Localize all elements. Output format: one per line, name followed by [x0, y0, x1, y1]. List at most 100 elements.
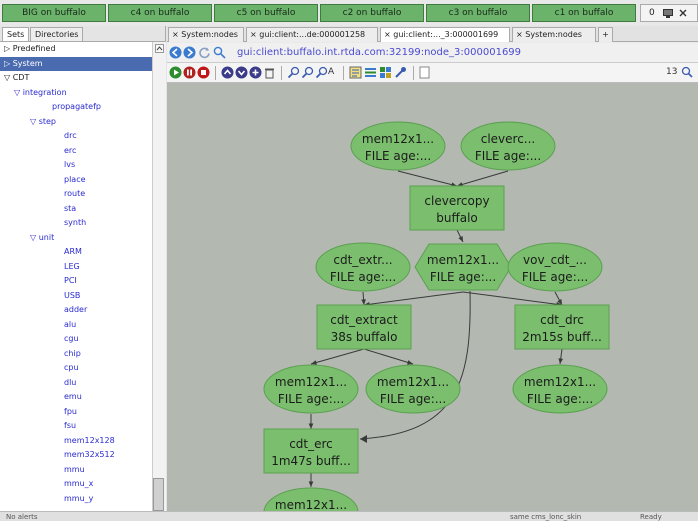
- zoom-out-icon[interactable]: [301, 66, 314, 79]
- tree-item-usb[interactable]: USB: [0, 289, 156, 303]
- tree-item-fpu[interactable]: fpu: [0, 405, 156, 419]
- new-tab-button[interactable]: +: [598, 27, 613, 42]
- tree-item-emu[interactable]: emu: [0, 390, 156, 404]
- tree-item-lvs[interactable]: lvs: [0, 158, 156, 172]
- node-up-icon[interactable]: [221, 66, 234, 79]
- graph-node-label: mem12x1...: [427, 253, 499, 267]
- tree-item-propagatefp[interactable]: propagatefp: [0, 100, 156, 114]
- node-down-icon[interactable]: [235, 66, 248, 79]
- pause-icon[interactable]: [183, 66, 196, 79]
- tree-item-mmu-y[interactable]: mmu_y: [0, 492, 156, 506]
- doc-tab-client-258[interactable]: × gui:client:...de:000001258: [246, 27, 378, 42]
- graph-node-rect[interactable]: cdt_erc 1m47s buff...: [263, 428, 359, 474]
- tree-item-mmu-x[interactable]: mmu_x: [0, 477, 156, 491]
- queue-tab-c5[interactable]: c5 on buffalo: [214, 4, 318, 22]
- zoom-control-icon[interactable]: [681, 66, 693, 78]
- font-size-label[interactable]: A: [328, 67, 334, 77]
- address-field[interactable]: gui:client:buffalo.int.rtda.com:32199:no…: [237, 46, 521, 60]
- tools-icon[interactable]: [394, 66, 407, 79]
- monitor-count[interactable]: 0: [640, 4, 698, 22]
- tree-item-integration[interactable]: ▽ integration: [0, 86, 156, 100]
- tree-item-label: mem12x128: [64, 435, 115, 445]
- tree-item-route[interactable]: route: [0, 187, 156, 201]
- tab-directories[interactable]: Directories: [30, 27, 84, 41]
- graph-canvas[interactable]: mem12x1... FILE age:... cleverc... FILE age…: [167, 83, 698, 511]
- tree-item-arm[interactable]: ARM: [0, 245, 156, 259]
- tree-item-erc[interactable]: erc: [0, 144, 156, 158]
- queue-tab-big[interactable]: BIG on buffalo: [2, 4, 106, 22]
- graph-node-ellipse[interactable]: mem12x1...FILE age:...: [512, 364, 608, 414]
- list-view-icon[interactable]: [364, 66, 377, 79]
- tree-item-unit[interactable]: ▽ unit: [0, 231, 156, 245]
- tree-item-label: mmu_y: [64, 493, 94, 503]
- zoom-fit-icon[interactable]: [315, 66, 328, 79]
- tree-item-sta[interactable]: sta: [0, 202, 156, 216]
- tree-item-chip[interactable]: chip: [0, 347, 156, 361]
- graph-node-ellipse[interactable]: cdt_extr... FILE age:...: [315, 242, 411, 292]
- graph-node-ellipse[interactable]: mem12x1...FILE age:...: [365, 364, 461, 414]
- tree-item-adder[interactable]: adder: [0, 303, 156, 317]
- stop-icon[interactable]: [197, 66, 210, 79]
- expanded-arrow-icon[interactable]: ▽: [30, 233, 39, 242]
- expanded-arrow-icon[interactable]: ▽: [4, 73, 13, 82]
- tree-item-system[interactable]: ▷ System: [0, 56, 156, 71]
- graph-node-ellipse[interactable]: cleverc... FILE age:...: [460, 121, 556, 171]
- graph-node-hex[interactable]: mem12x1... FILE age:...: [414, 243, 512, 291]
- tree-item-label: chip: [64, 348, 81, 358]
- trash-icon[interactable]: [263, 66, 276, 79]
- graph-node-label: mem12x1...: [275, 375, 347, 389]
- graph-node-ellipse[interactable]: mem12x1...FILE age:...: [263, 364, 359, 414]
- zoom-in-icon[interactable]: [287, 66, 300, 79]
- page-icon[interactable]: [419, 66, 430, 79]
- tree-item-cgu[interactable]: cgu: [0, 332, 156, 346]
- tree-item-alu[interactable]: alu: [0, 318, 156, 332]
- graph-node-rect[interactable]: cdt_drc 2m15s buff...: [514, 304, 610, 350]
- tree-item-drc[interactable]: drc: [0, 129, 156, 143]
- queue-tab-c1[interactable]: c1 on buffalo: [532, 4, 636, 22]
- queue-tab-c3[interactable]: c3 on buffalo: [426, 4, 530, 22]
- tree-item-predefined[interactable]: ▷ Predefined: [0, 42, 156, 56]
- graph-node-rect[interactable]: clevercopy buffalo: [409, 185, 505, 231]
- tree-item-place[interactable]: place: [0, 173, 156, 187]
- graph-node-ellipse[interactable]: vov_cdt_... FILE age:...: [507, 242, 603, 292]
- graph-node-ellipse[interactable]: mem12x1...FILE age:...: [263, 487, 359, 511]
- refresh-icon[interactable]: [198, 46, 211, 59]
- expanded-arrow-icon[interactable]: ▽: [14, 88, 23, 97]
- queue-tab-c4[interactable]: c4 on buffalo: [108, 4, 212, 22]
- node-expand-icon[interactable]: [249, 66, 262, 79]
- graph-node-rect[interactable]: cdt_extract 38s buffalo: [316, 304, 412, 350]
- doc-tab-system-nodes-2[interactable]: × System:nodes: [512, 27, 596, 42]
- layout-icon[interactable]: [349, 66, 362, 79]
- expanded-arrow-icon[interactable]: ▽: [30, 117, 39, 126]
- tree-item-pci[interactable]: PCI: [0, 274, 156, 288]
- tree-item-fsu[interactable]: fsu: [0, 419, 156, 433]
- close-icon[interactable]: [679, 9, 687, 17]
- graph-node-ellipse[interactable]: mem12x1...FILE age:...: [350, 121, 446, 171]
- doc-tab-system-nodes[interactable]: × System:nodes: [168, 27, 244, 42]
- run-icon[interactable]: [169, 66, 182, 79]
- tree-item-leg[interactable]: LEG: [0, 260, 156, 274]
- tree-item-mmu[interactable]: mmu: [0, 463, 156, 477]
- forward-icon[interactable]: [183, 46, 196, 59]
- tree-item-dlu[interactable]: dlu: [0, 376, 156, 390]
- collapsed-arrow-icon[interactable]: ▷: [4, 44, 13, 53]
- tree-item-mem12x128[interactable]: mem12x128: [0, 434, 156, 448]
- scroll-up-icon[interactable]: [155, 44, 164, 53]
- tree-item-mem32x512[interactable]: mem32x512: [0, 448, 156, 462]
- tree-item-step[interactable]: ▽ step: [0, 115, 156, 129]
- queue-tab-c2[interactable]: c2 on buffalo: [320, 4, 424, 22]
- back-icon[interactable]: [169, 46, 182, 59]
- collapsed-arrow-icon[interactable]: ▷: [4, 59, 13, 68]
- tree-item-synth[interactable]: synth: [0, 216, 156, 230]
- tree-scrollbar[interactable]: [152, 42, 166, 511]
- queue-bar: BIG on buffalo c4 on buffalo c5 on buffa…: [0, 0, 698, 26]
- search-icon[interactable]: [213, 46, 226, 59]
- tree-item-label: dlu: [64, 377, 77, 387]
- tab-sets[interactable]: Sets: [2, 27, 30, 41]
- doc-tab-client-1699[interactable]: × gui:client:..._3:000001699: [380, 27, 510, 42]
- tree-item-cpu[interactable]: cpu: [0, 361, 156, 375]
- toolbar-separator: [281, 66, 282, 80]
- tree-item-cdt[interactable]: ▽ CDT: [0, 71, 156, 85]
- grid-view-icon[interactable]: [379, 66, 392, 79]
- tree-scroll-thumb[interactable]: [153, 478, 164, 511]
